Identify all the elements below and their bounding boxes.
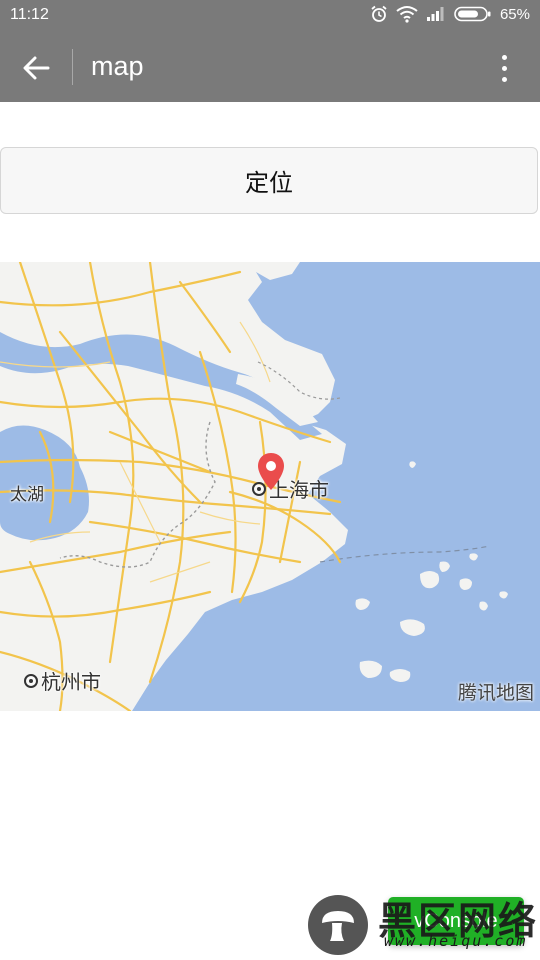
map-label-taihu-text: 太湖 [10,485,44,505]
page-title: map [91,51,144,81]
battery-icon [454,6,491,22]
locate-button[interactable]: 定位 [0,147,538,214]
map-pin-icon[interactable] [257,452,285,492]
app-bar: map [0,32,540,102]
mushroom-logo-icon [322,911,354,941]
signal-icon [426,7,444,21]
map-label-hangzhou-text: 杭州市 [41,670,101,694]
site-watermark-url: www.heiqu.com [384,932,528,950]
wifi-icon [396,6,418,23]
app-bar-divider [72,49,73,85]
map-label-taihu: 太湖 [10,480,44,505]
more-vertical-icon-dot [501,76,507,82]
arrow-left-icon [23,56,50,80]
status-time: 11:12 [10,6,49,23]
battery-percent: 65% [499,5,530,23]
more-menu-button[interactable] [486,48,522,88]
site-logo-icon [308,895,368,955]
map-label-hangzhou[interactable]: 杭州市 [24,666,101,695]
more-vertical-icon-dot [501,54,507,60]
status-bar: 11:12 65% [0,0,540,32]
more-vertical-icon-dot [501,65,507,71]
city-marker-icon [24,673,38,688]
map-provider-logo: 腾讯地图 [457,682,534,704]
back-button[interactable] [14,46,58,90]
status-icons: 65% [370,5,530,23]
alarm-icon [371,5,387,22]
